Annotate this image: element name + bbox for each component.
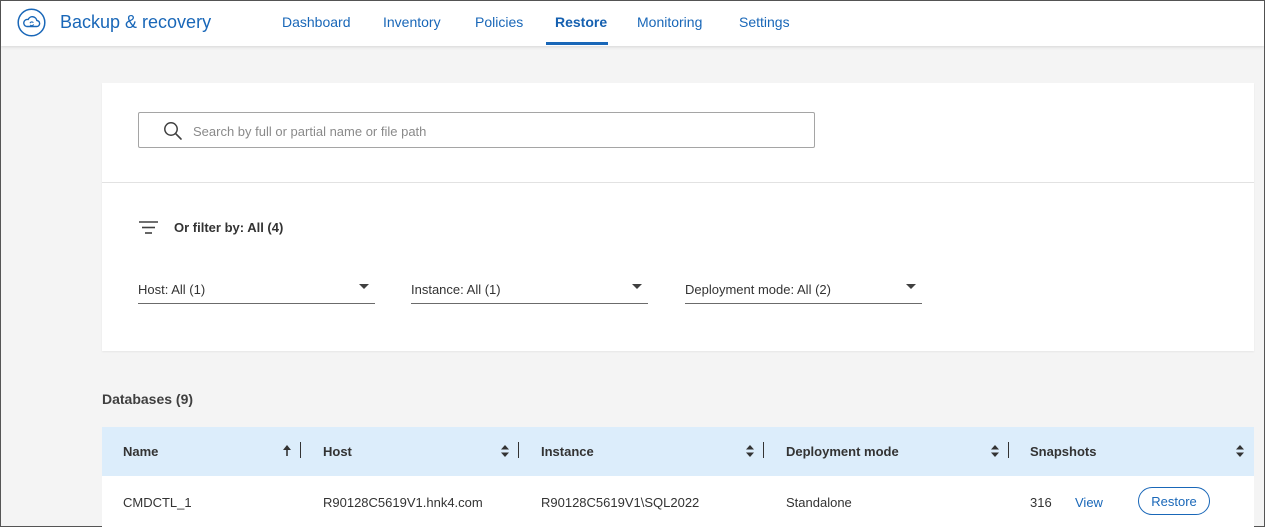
instance-filter-label: Instance: All (1) [411, 282, 501, 297]
deployment-mode-filter-label: Deployment mode: All (2) [685, 282, 831, 297]
sort-both-icon[interactable] [745, 443, 755, 459]
tab-policies[interactable]: Policies [475, 14, 523, 30]
cell-name: CMDCTL_1 [123, 495, 192, 510]
column-divider[interactable] [518, 442, 519, 458]
column-header-snapshots[interactable]: Snapshots [1030, 444, 1096, 459]
top-nav-bar: Backup & recovery Dashboard Inventory Po… [1, 1, 1264, 46]
sort-both-icon[interactable] [990, 443, 1000, 459]
filter-summary: Or filter by: All (4) [174, 220, 284, 235]
cell-snapshots-count: 316 [1030, 495, 1052, 510]
search-icon [164, 122, 182, 140]
active-tab-indicator [546, 42, 608, 45]
caret-down-icon [906, 284, 916, 289]
host-filter-dropdown[interactable]: Host: All (1) [138, 279, 375, 304]
databases-title: Databases (9) [102, 391, 194, 407]
column-divider[interactable] [300, 442, 301, 458]
card-divider [102, 182, 1254, 183]
sort-both-icon[interactable] [1235, 443, 1245, 459]
caret-down-icon [632, 284, 642, 289]
column-header-name[interactable]: Name [123, 444, 158, 459]
table-header: Name Host Instance Deployment mode Snaps… [102, 427, 1254, 476]
filter-icon[interactable] [139, 220, 158, 235]
cell-instance: R90128C5619V1\SQL2022 [541, 495, 700, 510]
view-snapshots-link[interactable]: View [1075, 495, 1103, 510]
cell-deployment-mode: Standalone [786, 495, 852, 510]
column-header-deployment-mode[interactable]: Deployment mode [786, 444, 899, 459]
table-row: CMDCTL_1 R90128C5619V1.hnk4.com R90128C5… [102, 476, 1254, 527]
search-box[interactable] [138, 112, 815, 148]
sort-ascending-icon[interactable] [282, 443, 292, 459]
column-divider[interactable] [763, 442, 764, 458]
host-filter-label: Host: All (1) [138, 282, 206, 297]
instance-filter-dropdown[interactable]: Instance: All (1) [411, 279, 648, 304]
deployment-mode-filter-dropdown[interactable]: Deployment mode: All (2) [685, 279, 922, 304]
caret-down-icon [359, 284, 369, 289]
column-divider[interactable] [1008, 442, 1009, 458]
column-header-instance[interactable]: Instance [541, 444, 594, 459]
tab-settings[interactable]: Settings [739, 14, 790, 30]
tab-monitoring[interactable]: Monitoring [637, 14, 702, 30]
tab-restore[interactable]: Restore [555, 14, 607, 30]
sort-both-icon[interactable] [500, 443, 510, 459]
column-header-host[interactable]: Host [323, 444, 352, 459]
cell-host: R90128C5619V1.hnk4.com [323, 495, 483, 510]
app-title: Backup & recovery [60, 12, 212, 32]
tab-inventory[interactable]: Inventory [383, 14, 441, 30]
tab-dashboard[interactable]: Dashboard [282, 14, 351, 30]
search-filter-card: Or filter by: All (4) Host: All (1) Inst… [102, 83, 1254, 351]
cloud-sync-icon [17, 8, 46, 37]
restore-button[interactable]: Restore [1138, 487, 1210, 515]
search-input[interactable] [193, 121, 793, 141]
